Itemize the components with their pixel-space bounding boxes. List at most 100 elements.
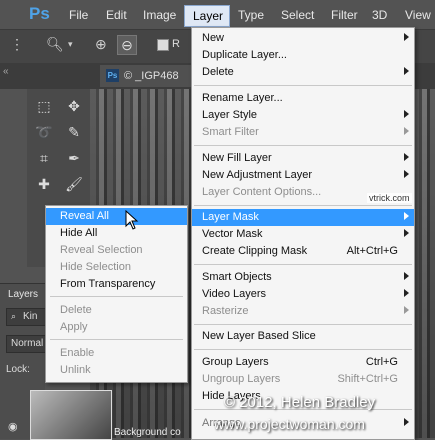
eye-icon[interactable]: ◉ — [8, 420, 18, 433]
shortcut-label: Alt+Ctrl+G — [346, 245, 398, 257]
chevron-down-icon[interactable]: ▾ — [68, 39, 73, 50]
document-tab[interactable]: Ps © _IGP468 — [100, 65, 200, 87]
submenu-enable: Enable — [46, 345, 187, 362]
submenu-arrow-icon — [404, 153, 409, 161]
layers-panel-title: Layers — [8, 289, 39, 300]
menu-separator — [194, 205, 412, 206]
menu-item-label: Layer Style — [202, 109, 258, 121]
eyedropper-tool-icon[interactable]: ✒ — [63, 147, 85, 169]
submenu-from-transparency[interactable]: From Transparency — [46, 276, 187, 293]
layer-mask-submenu: Reveal All Hide All Reveal Selection Hid… — [45, 205, 188, 383]
menu-select[interactable]: Select — [281, 8, 314, 22]
layer-menu-dropdown: New Duplicate Layer... Delete Rename Lay… — [191, 27, 415, 440]
mouse-cursor-icon — [125, 210, 139, 230]
menu-view[interactable]: View — [405, 8, 431, 22]
submenu-arrow-icon — [404, 110, 409, 118]
zoom-in-icon[interactable]: ⊕ — [95, 36, 107, 53]
submenu-unlink: Unlink — [46, 362, 187, 379]
menu-bar: Ps File Edit Image Layer Type Select Fil… — [0, 0, 435, 29]
zoom-out-icon[interactable]: ⊖ — [117, 35, 137, 55]
menu-item-rename-layer[interactable]: Rename Layer... — [192, 90, 414, 107]
submenu-arrow-icon — [404, 127, 409, 135]
resize-windows-checkbox[interactable] — [157, 39, 169, 51]
menu-file[interactable]: File — [69, 8, 88, 22]
quick-select-tool-icon[interactable]: ✎ — [63, 121, 85, 143]
menu-layer-label: Layer — [193, 9, 224, 23]
submenu-item-label: Hide All — [60, 227, 98, 239]
crop-tool-icon[interactable]: ⌗ — [33, 147, 55, 169]
healing-brush-tool-icon[interactable]: ✚ — [33, 173, 55, 195]
submenu-item-label: Apply — [60, 321, 88, 333]
photoshop-logo: Ps — [29, 4, 50, 23]
watermark-site: www.projectwoman.com — [214, 416, 365, 432]
submenu-item-label: Unlink — [60, 364, 91, 376]
layer-filter-kind[interactable]: ⌕ Kin — [6, 308, 47, 326]
menu-item-label: New Adjustment Layer — [202, 169, 313, 181]
blend-mode-select[interactable]: Normal — [6, 335, 47, 353]
menu-item-label: Smart Objects — [202, 271, 272, 283]
lock-label: Lock: — [6, 364, 30, 375]
watermark-vtrick: vtrick.com — [367, 193, 412, 203]
submenu-item-label: From Transparency — [60, 278, 156, 290]
menu-layer[interactable]: Layer — [184, 5, 230, 27]
menu-item-label: Ungroup Layers — [202, 373, 281, 385]
submenu-hide-all[interactable]: Hide All — [46, 225, 187, 242]
menu-item-new-adjustment-layer[interactable]: New Adjustment Layer — [192, 167, 414, 184]
blend-mode-value: Normal — [11, 338, 44, 349]
submenu-separator — [50, 339, 183, 340]
zoom-tool-icon[interactable]: 🔍︎ — [46, 36, 64, 53]
menu-item-smart-objects[interactable]: Smart Objects — [192, 269, 414, 286]
menu-image[interactable]: Image — [143, 8, 176, 22]
menu-item-vector-mask[interactable]: Vector Mask — [192, 226, 414, 243]
menu-item-duplicate-layer[interactable]: Duplicate Layer... — [192, 47, 414, 64]
submenu-separator — [50, 296, 183, 297]
menu-item-label: Video Layers — [202, 288, 267, 300]
menu-filter[interactable]: Filter — [331, 8, 358, 22]
submenu-arrow-icon — [404, 33, 409, 41]
menu-item-new-fill-layer[interactable]: New Fill Layer — [192, 150, 414, 167]
brush-tool-icon[interactable]: 🖌︎ — [63, 173, 85, 195]
menu-item-label: Vector Mask — [202, 228, 263, 240]
submenu-arrow-icon — [404, 212, 409, 220]
menu-item-layer-style[interactable]: Layer Style — [192, 107, 414, 124]
menu-item-label: Group Layers — [202, 356, 269, 368]
menu-item-label: New Layer Based Slice — [202, 330, 316, 342]
layer-filter-kind-label: Kin — [23, 311, 38, 322]
submenu-arrow-icon — [404, 289, 409, 297]
submenu-delete: Delete — [46, 302, 187, 319]
submenu-item-label: Reveal All — [60, 210, 109, 222]
menu-item-video-layers[interactable]: Video Layers — [192, 286, 414, 303]
marquee-tool-icon[interactable]: ⬚ — [33, 95, 55, 117]
menu-item-new-layer-based-slice[interactable]: New Layer Based Slice — [192, 328, 414, 345]
menu-item-layer-mask[interactable]: Layer Mask — [192, 209, 414, 226]
submenu-item-label: Enable — [60, 347, 95, 359]
submenu-arrow-icon — [404, 67, 409, 75]
background-layer-name[interactable]: Background co — [114, 427, 181, 438]
menu-item-label: Create Clipping Mask — [202, 245, 308, 257]
menu-edit[interactable]: Edit — [106, 8, 127, 22]
menu-item-new[interactable]: New — [192, 30, 414, 47]
menu-type[interactable]: Type — [238, 8, 264, 22]
submenu-arrow-icon — [404, 229, 409, 237]
lasso-tool-icon[interactable]: ➰ — [33, 121, 55, 143]
menu-item-label: Layer Content Options... — [202, 186, 322, 198]
menu-item-label: Duplicate Layer... — [202, 49, 287, 61]
menu-item-smart-filter: Smart Filter — [192, 124, 414, 141]
search-icon: ⌕ — [11, 311, 17, 321]
menu-item-create-clipping-mask[interactable]: Create Clipping Mask Alt+Ctrl+G — [192, 243, 414, 260]
menu-item-delete[interactable]: Delete — [192, 64, 414, 81]
ps-file-icon: Ps — [106, 69, 119, 82]
collapse-panel-icon[interactable]: « — [3, 66, 9, 77]
menu-3d[interactable]: 3D — [372, 8, 387, 22]
menu-item-rasterize: Rasterize — [192, 303, 414, 320]
menu-item-group-layers[interactable]: Group Layers Ctrl+G — [192, 354, 414, 371]
submenu-reveal-all[interactable]: Reveal All — [46, 208, 187, 225]
submenu-apply: Apply — [46, 319, 187, 336]
layer-thumbnail[interactable] — [30, 390, 112, 440]
move-tool-icon[interactable]: ✥ — [63, 95, 85, 117]
submenu-hide-selection: Hide Selection — [46, 259, 187, 276]
submenu-reveal-selection: Reveal Selection — [46, 242, 187, 259]
shortcut-label: Ctrl+G — [365, 356, 398, 368]
menu-item-label: Rasterize — [202, 305, 249, 317]
submenu-item-label: Hide Selection — [60, 261, 131, 273]
